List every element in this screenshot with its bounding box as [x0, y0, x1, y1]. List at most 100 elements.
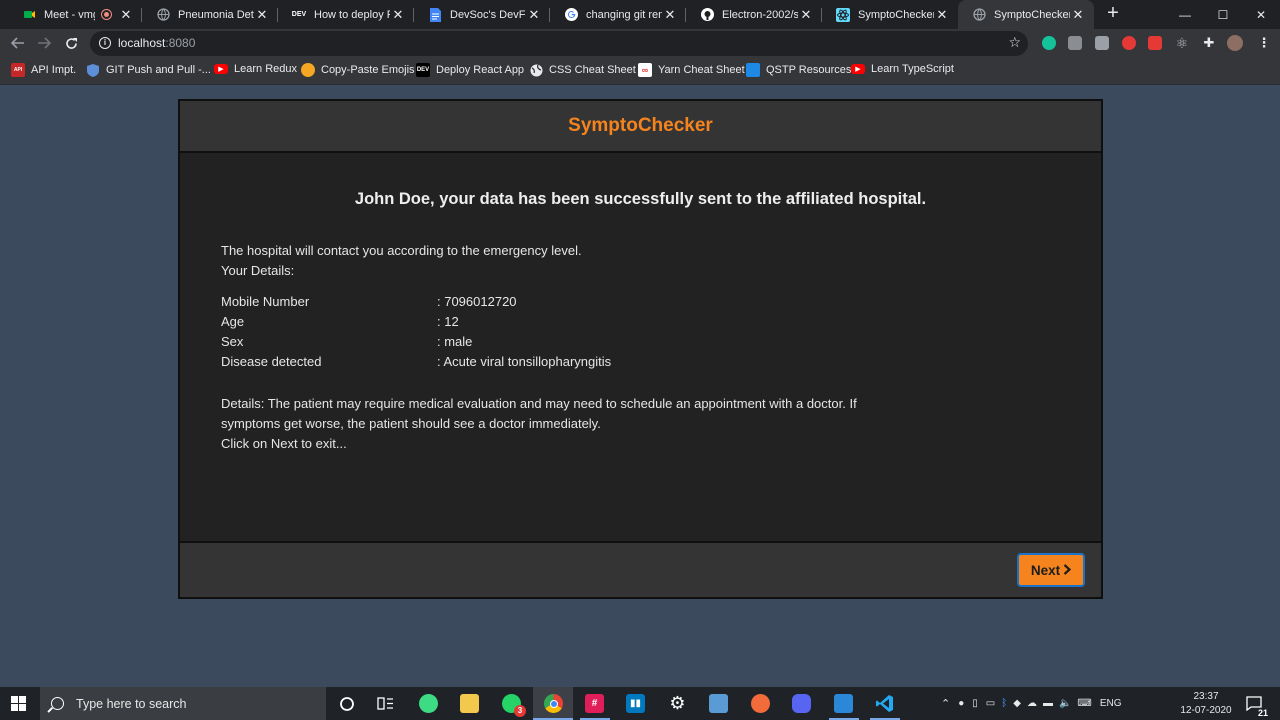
settings-gear-icon[interactable]: ⚙: [668, 693, 687, 713]
photos-icon[interactable]: [834, 694, 853, 713]
onedrive-icon[interactable]: ☁: [1027, 698, 1037, 709]
browser-toolbar: i localhost:8080 ☆: [0, 29, 1280, 57]
new-tab-button[interactable]: +: [1103, 3, 1123, 24]
maximize-button[interactable]: ☐: [1204, 0, 1242, 29]
puzzle-extensions-icon[interactable]: ✚: [1202, 36, 1216, 50]
react-icon: [836, 7, 850, 22]
volume-icon[interactable]: 🔈: [1059, 698, 1071, 709]
dev-icon: DEV: [416, 63, 430, 77]
dropbox-icon[interactable]: ◆: [1013, 698, 1021, 709]
vscode-icon[interactable]: [875, 694, 894, 713]
bookmark-yarn-cheat-sheet[interactable]: ∞ Yarn Cheat Sheet: [638, 63, 745, 77]
usb-icon[interactable]: ▯: [972, 698, 978, 709]
docs-icon: [428, 7, 442, 22]
cortana-icon[interactable]: [337, 694, 356, 713]
bookmark-learn-typescript[interactable]: ▶ Learn TypeScript: [851, 63, 954, 75]
postman-icon[interactable]: [751, 694, 770, 713]
close-tab-icon[interactable]: ✕: [1070, 7, 1086, 23]
battery-icon[interactable]: ▬: [1043, 698, 1053, 709]
taskbar-search[interactable]: Type here to search: [40, 687, 326, 720]
notification-count: 21: [1256, 708, 1269, 718]
windows-start-icon[interactable]: [11, 696, 27, 712]
youtube-icon: ▶: [214, 64, 228, 74]
trello-icon[interactable]: ▮▮: [626, 694, 645, 713]
whatsapp-badge: 3: [514, 705, 526, 717]
forward-arrow-icon[interactable]: [34, 33, 54, 53]
recording-icon: [101, 9, 112, 20]
task-view-icon[interactable]: [376, 694, 395, 713]
bookmark-learn-redux[interactable]: ▶ Learn Redux: [214, 63, 297, 75]
system-clock[interactable]: 23:37 12-07-2020: [1178, 690, 1234, 718]
detail-row-disease: Disease detected : Acute viral tonsillop…: [221, 354, 611, 369]
more-menu-icon[interactable]: ⋮: [1257, 36, 1271, 50]
close-tab-icon[interactable]: ✕: [254, 7, 270, 23]
chevron-up-icon[interactable]: ⌃: [941, 697, 950, 710]
success-headline: John Doe, your data has been successfull…: [354, 190, 927, 208]
detail-row-age: Age : 12: [221, 314, 459, 329]
detail-value: : Acute viral tonsillopharyngitis: [437, 354, 612, 369]
tab-symptochecker-1[interactable]: SymptoChecker ✕: [822, 0, 958, 29]
close-tab-icon[interactable]: ✕: [526, 7, 542, 23]
exit-hint: Click on Next to exit...: [221, 436, 347, 451]
bookmark-css-cheat-sheet[interactable]: CSS Cheat Sheet: [529, 63, 636, 77]
notification-center-icon[interactable]: 21: [1244, 694, 1269, 718]
minimize-button[interactable]: —: [1166, 0, 1204, 29]
extension-k-icon[interactable]: [1068, 36, 1082, 50]
reload-icon[interactable]: [61, 33, 81, 53]
site-info-icon[interactable]: i: [99, 37, 111, 49]
close-tab-icon[interactable]: ✕: [662, 7, 678, 23]
remote-desktop-icon[interactable]: [709, 694, 728, 713]
intro-text: The hospital will contact you according …: [221, 243, 582, 258]
tab-devfest[interactable]: DevSoc's DevFest ✕: [414, 0, 550, 29]
bookmark-api-impt[interactable]: API API Impt.: [11, 63, 76, 77]
search-icon: [51, 697, 64, 710]
bookmark-git-push-pull[interactable]: GIT Push and Pull -...: [86, 63, 211, 77]
address-bar[interactable]: i localhost:8080 ☆: [90, 31, 1028, 56]
pocket-icon[interactable]: [1148, 36, 1162, 50]
file-explorer-icon[interactable]: [460, 694, 479, 713]
bookmark-star-icon[interactable]: ☆: [1008, 34, 1021, 51]
tab-symptochecker-active[interactable]: SymptoChecker ✕: [958, 0, 1094, 29]
tab-github[interactable]: Electron-2002/sym ✕: [686, 0, 822, 29]
globe-icon: [529, 63, 543, 77]
camera-icon[interactable]: [1095, 36, 1109, 50]
bookmark-deploy-react-app[interactable]: DEV Deploy React App: [416, 63, 524, 77]
slack-icon[interactable]: #: [585, 694, 604, 713]
bookmarks-bar: API API Impt. GIT Push and Pull -... ▶ L…: [0, 57, 1280, 85]
close-tab-icon[interactable]: ✕: [934, 7, 950, 23]
advice-line-2: symptoms get worse, the patient should s…: [221, 416, 601, 431]
close-tab-icon[interactable]: ✕: [390, 7, 406, 23]
tab-pneumonia[interactable]: Pneumonia Detect ✕: [142, 0, 278, 29]
next-button[interactable]: Next: [1017, 553, 1085, 587]
grammarly-icon[interactable]: [1042, 36, 1056, 50]
discord-icon[interactable]: [792, 694, 811, 713]
close-tab-icon[interactable]: ✕: [118, 7, 134, 23]
tab-deploy-react[interactable]: DEV How to deploy Re ✕: [278, 0, 414, 29]
network-display-icon[interactable]: ▭: [986, 698, 995, 709]
microphone-icon[interactable]: ●: [958, 698, 964, 709]
back-arrow-icon[interactable]: [8, 33, 28, 53]
close-tab-icon[interactable]: ✕: [798, 7, 814, 23]
profile-avatar[interactable]: [1227, 35, 1243, 51]
android-studio-icon[interactable]: [419, 694, 438, 713]
detail-label: Disease detected: [221, 354, 322, 369]
card-footer: Next: [180, 541, 1101, 597]
close-window-button[interactable]: ✕: [1242, 0, 1280, 29]
language-indicator[interactable]: ENG: [1100, 698, 1122, 709]
keyboard-icon[interactable]: ⌨: [1077, 698, 1091, 709]
adblock-icon[interactable]: [1122, 36, 1136, 50]
card-header: SymptoChecker: [180, 101, 1101, 153]
tab-meet[interactable]: Meet - vmg-e ✕: [8, 0, 142, 29]
bluetooth-icon[interactable]: ᛒ: [1001, 698, 1007, 709]
details-heading: Your Details:: [221, 263, 295, 278]
tab-git-remote[interactable]: changing git remo ✕: [550, 0, 686, 29]
bookmark-qstp-resources[interactable]: QSTP Resources: [746, 63, 851, 77]
react-devtools-icon[interactable]: ⚛: [1175, 36, 1189, 50]
chrome-icon[interactable]: [544, 694, 563, 713]
bookmark-copy-paste-emojis[interactable]: Copy-Paste Emojis: [301, 63, 415, 77]
card-body: John Doe, your data has been successfull…: [180, 153, 1101, 541]
whatsapp-icon[interactable]: 3: [502, 694, 526, 717]
globe-icon: [156, 8, 170, 22]
detail-row-sex: Sex : male: [221, 334, 472, 349]
chevron-right-icon: [1063, 562, 1072, 578]
